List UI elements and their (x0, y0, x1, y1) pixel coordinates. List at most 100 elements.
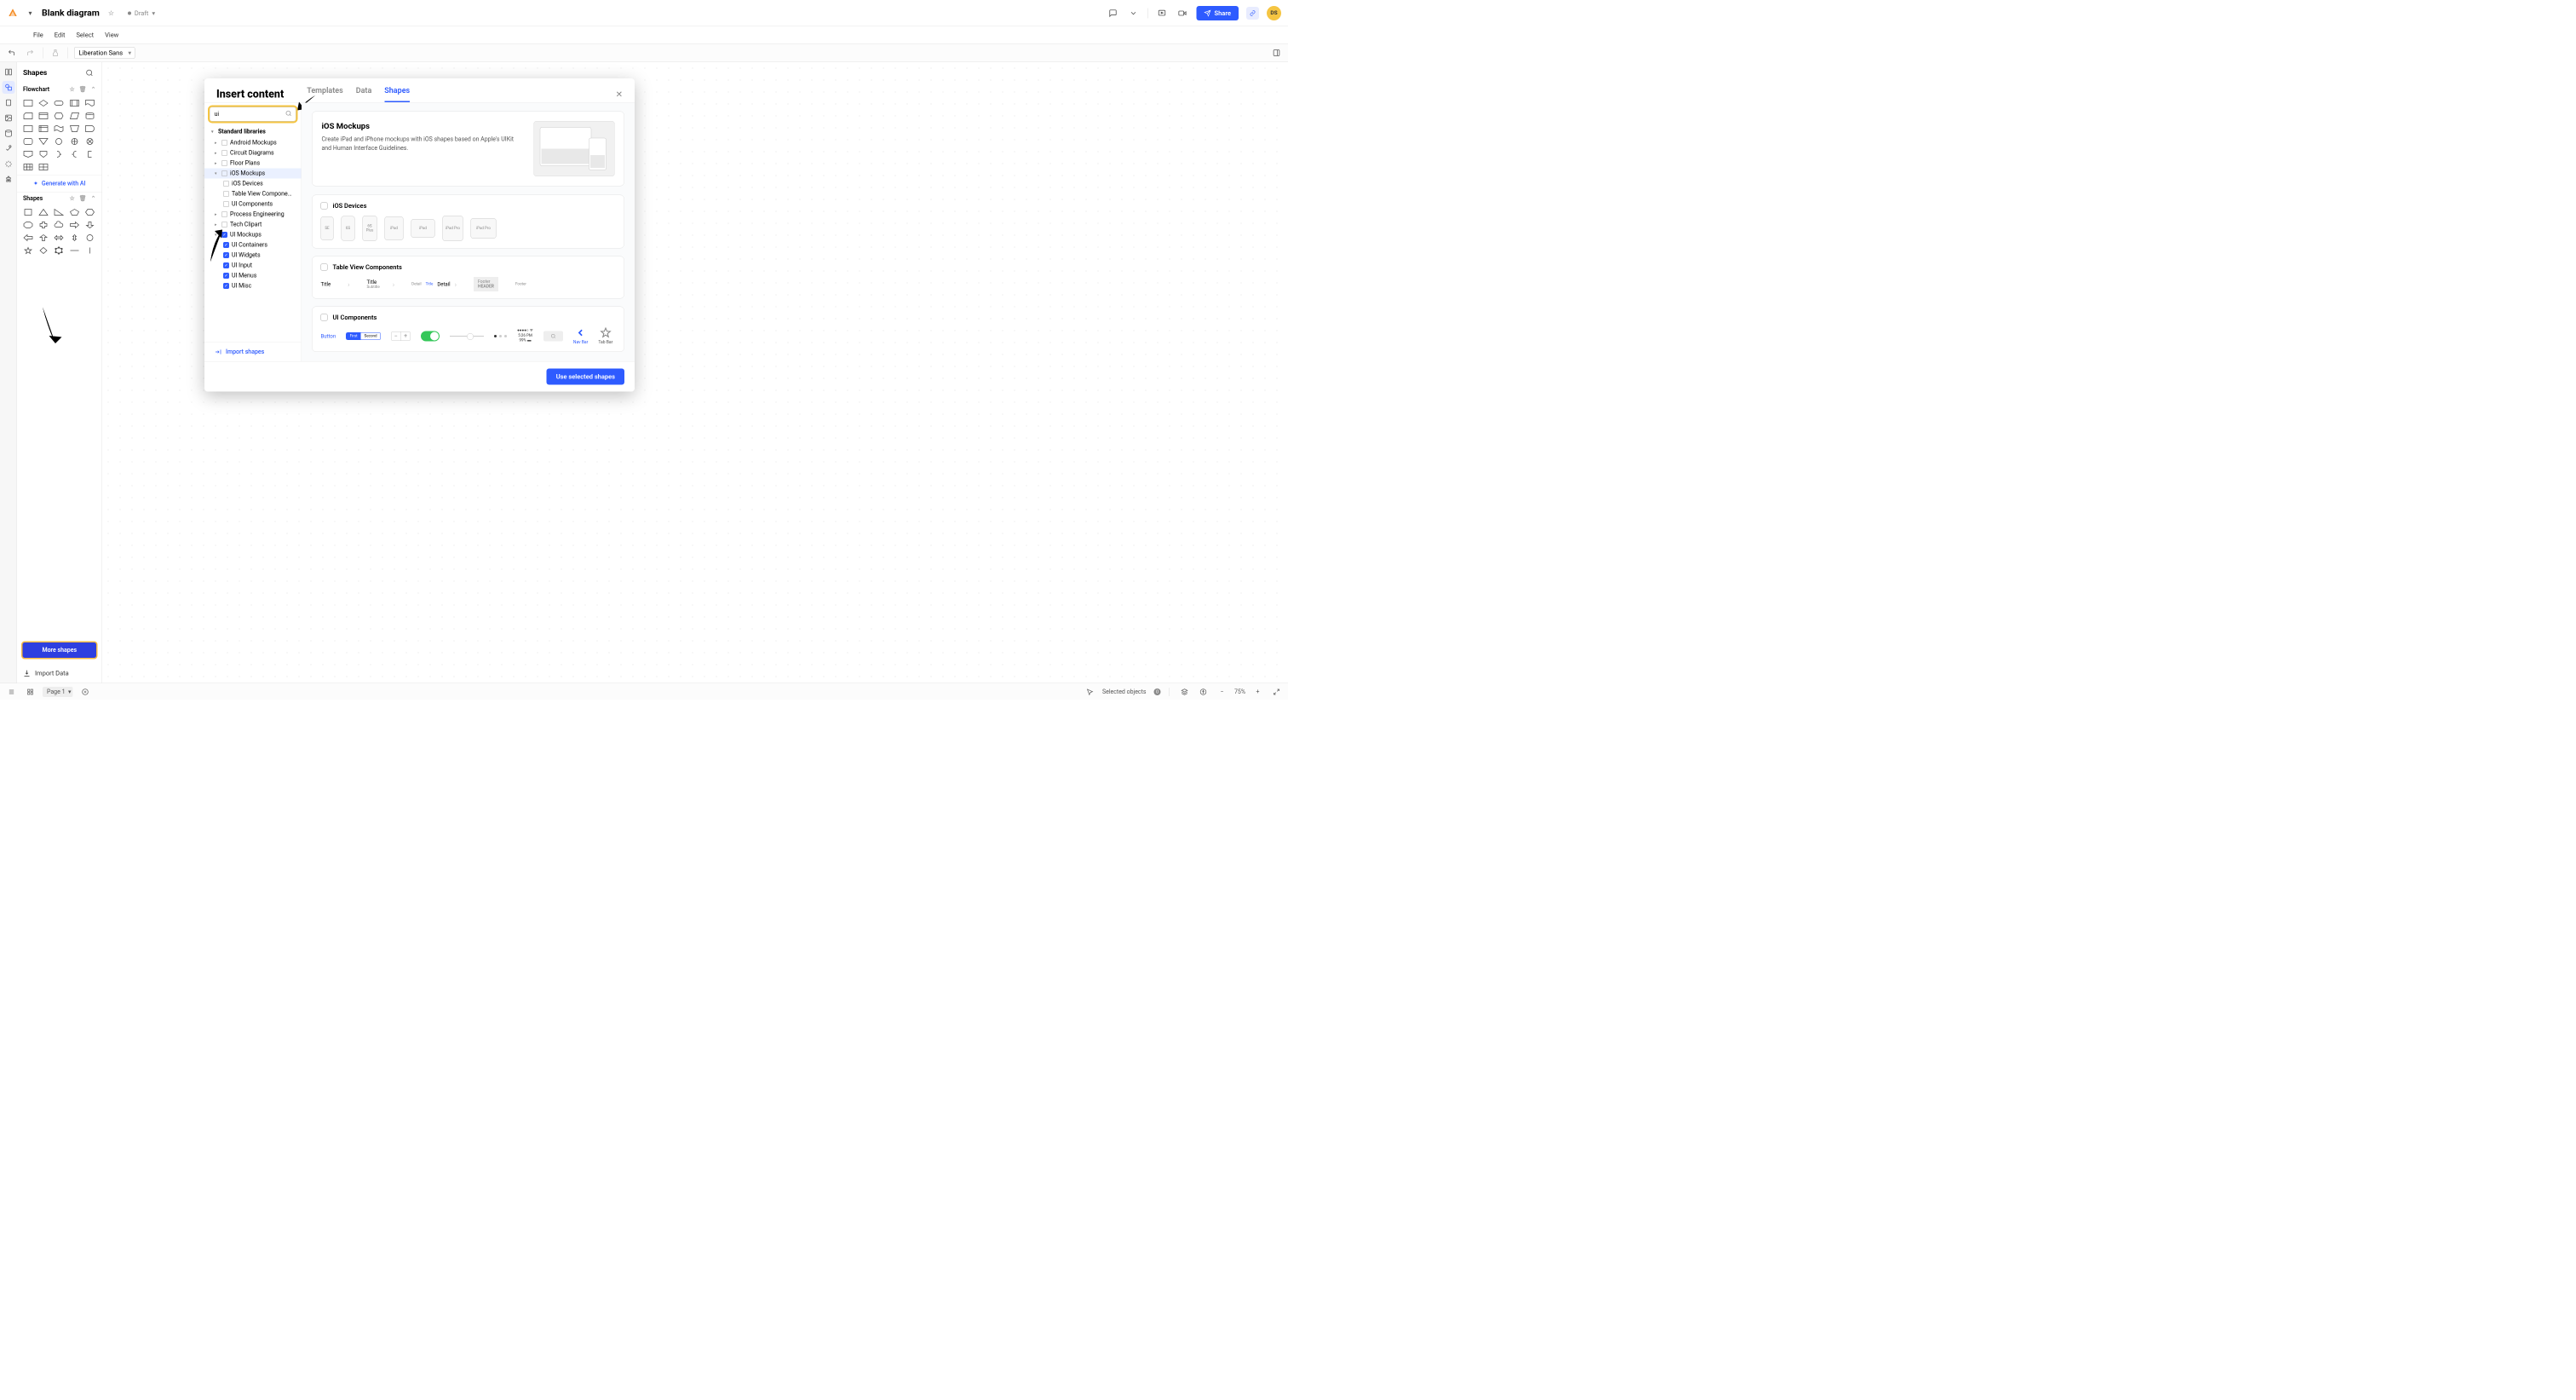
shape-arrow-left[interactable] (22, 233, 34, 243)
favorite-star-icon[interactable]: ☆ (105, 7, 118, 20)
shape-hexagon[interactable] (83, 207, 95, 217)
shape-connector[interactable] (53, 136, 65, 147)
trash-icon[interactable]: 🗑 (79, 86, 87, 93)
page-select[interactable]: Page 1 (43, 687, 73, 697)
shape-terminator[interactable] (53, 98, 65, 108)
shape-roundrect[interactable] (22, 136, 34, 147)
shape-shield[interactable] (37, 149, 49, 159)
tab-data[interactable]: Data (356, 86, 372, 102)
shape-star[interactable] (22, 245, 34, 256)
shape-triangle[interactable] (37, 207, 49, 217)
shape-merge[interactable] (37, 136, 49, 147)
shape-diamond2[interactable] (37, 245, 49, 256)
standard-libraries-header[interactable]: ▾Standard libraries (204, 126, 302, 138)
shape-arrow-up[interactable] (37, 233, 49, 243)
shape-brace-left[interactable] (68, 149, 80, 159)
rail-rocket-icon[interactable] (2, 142, 14, 155)
rail-panels-icon[interactable] (2, 66, 14, 78)
shape-brace-right[interactable] (53, 149, 65, 159)
comp-status-bar[interactable]: ●●●●○ ᯤ 5:26 PM 99% ▬ (517, 328, 533, 343)
chevron-down-icon[interactable] (1127, 7, 1140, 20)
shape-arrow-both[interactable] (53, 233, 65, 243)
tree-ios-mockups[interactable]: ▾iOS Mockups (204, 169, 302, 179)
tree-ui-menus[interactable]: ✓UI Menus (204, 271, 302, 281)
comp-search-box[interactable] (543, 331, 563, 341)
menu-file[interactable]: File (33, 32, 43, 39)
tree-ui-input[interactable]: ✓UI Input (204, 261, 302, 271)
tree-process-engineering[interactable]: ▸Process Engineering (204, 210, 302, 220)
menu-view[interactable]: View (105, 32, 118, 39)
tree-ios-devices[interactable]: iOS Devices (204, 179, 302, 189)
device-ipad[interactable]: iPad (385, 216, 404, 240)
layers-icon[interactable] (1178, 685, 1191, 698)
shape-circle[interactable] (83, 233, 95, 243)
tvc-title-subtitle-cell[interactable]: TitleSubtitle › (367, 279, 395, 290)
grid-view-icon[interactable] (24, 685, 37, 698)
shape-diamond[interactable] (37, 98, 49, 108)
list-view-icon[interactable] (5, 685, 18, 698)
comp-segmented[interactable]: First Second (346, 332, 381, 340)
shape-line-v[interactable] (83, 245, 95, 256)
comp-button[interactable]: Button (321, 333, 336, 339)
add-page-icon[interactable] (79, 685, 92, 698)
document-title[interactable]: Blank diagram (42, 8, 100, 18)
shape-cloud[interactable] (53, 220, 65, 230)
comp-toggle[interactable] (421, 331, 440, 341)
tab-templates[interactable]: Templates (307, 86, 343, 102)
shape-sum[interactable] (83, 136, 95, 147)
tvc-title-cell[interactable]: Title › (321, 280, 350, 289)
shape-internal[interactable] (37, 124, 49, 134)
pin-icon-2[interactable]: ☆ (69, 195, 74, 202)
rail-data-icon[interactable] (2, 127, 14, 140)
logo-dropdown-caret-icon[interactable]: ▾ (24, 7, 37, 20)
device-6s-plus[interactable]: 6S Plus (363, 216, 377, 241)
tvc-footer[interactable]: Footer (515, 282, 526, 286)
shape-rect2[interactable] (22, 124, 34, 134)
shape-table2[interactable] (37, 162, 49, 172)
shape-table[interactable] (22, 162, 34, 172)
share-button[interactable]: Share (1197, 6, 1239, 20)
shape-manual[interactable] (68, 124, 80, 134)
comp-tab-bar[interactable]: Tab Bar (598, 327, 612, 345)
undo-icon[interactable] (5, 47, 18, 60)
device-ipad-pro[interactable]: iPad Pro (443, 216, 463, 241)
redo-icon[interactable] (24, 47, 37, 60)
comp-nav-bar[interactable]: Nav Bar (573, 327, 588, 345)
tvc-detail-cell[interactable]: Detail Title Detail › (411, 280, 457, 289)
rail-shapes-icon[interactable] (2, 81, 14, 94)
zoom-in-icon[interactable]: + (1251, 685, 1264, 698)
shape-plus[interactable] (37, 220, 49, 230)
tvc-checkbox[interactable] (321, 264, 328, 271)
shape-arrow-down[interactable] (83, 220, 95, 230)
menu-select[interactable]: Select (76, 32, 94, 39)
shape-or[interactable] (68, 136, 80, 147)
shape-pentagon[interactable] (68, 207, 80, 217)
use-selected-shapes-button[interactable]: Use selected shapes (547, 369, 624, 385)
shape-process[interactable] (68, 98, 80, 108)
tree-tech-clipart[interactable]: ▸Tech Clipart (204, 220, 302, 230)
comp-stepper[interactable]: −+ (391, 331, 411, 341)
shape-card[interactable] (22, 111, 34, 121)
shape-document[interactable] (83, 98, 95, 108)
format-painter-icon[interactable] (49, 47, 62, 60)
shape-arrow-updown[interactable] (68, 233, 80, 243)
shape-tape[interactable] (53, 124, 65, 134)
shape-hex[interactable] (53, 111, 65, 121)
menu-edit[interactable]: Edit (55, 32, 66, 39)
tree-android-mockups[interactable]: ▸Android Mockups (204, 138, 302, 148)
tvc-header-box[interactable]: Footer HEADER (474, 277, 498, 291)
import-shapes-link[interactable]: Import shapes (204, 343, 302, 362)
tree-ui-widgets[interactable]: ✓UI Widgets (204, 251, 302, 261)
right-panel-toggle-icon[interactable] (1270, 47, 1283, 60)
shape-right-triangle[interactable] (53, 207, 65, 217)
present-icon[interactable] (1156, 7, 1169, 20)
shape-data[interactable] (68, 111, 80, 121)
canvas[interactable]: Insert content Templates Data Shapes ✕ (102, 62, 1288, 683)
tree-circuit-diagrams[interactable]: ▸Circuit Diagrams (204, 148, 302, 158)
tree-ui-mockups[interactable]: ▾✓UI Mockups (204, 230, 302, 240)
tab-shapes[interactable]: Shapes (384, 86, 410, 102)
rail-image-icon[interactable] (2, 112, 14, 124)
comp-page-dots[interactable] (494, 335, 507, 337)
shape-cylinder[interactable] (83, 111, 95, 121)
shapes-section-label[interactable]: Shapes (23, 195, 43, 202)
